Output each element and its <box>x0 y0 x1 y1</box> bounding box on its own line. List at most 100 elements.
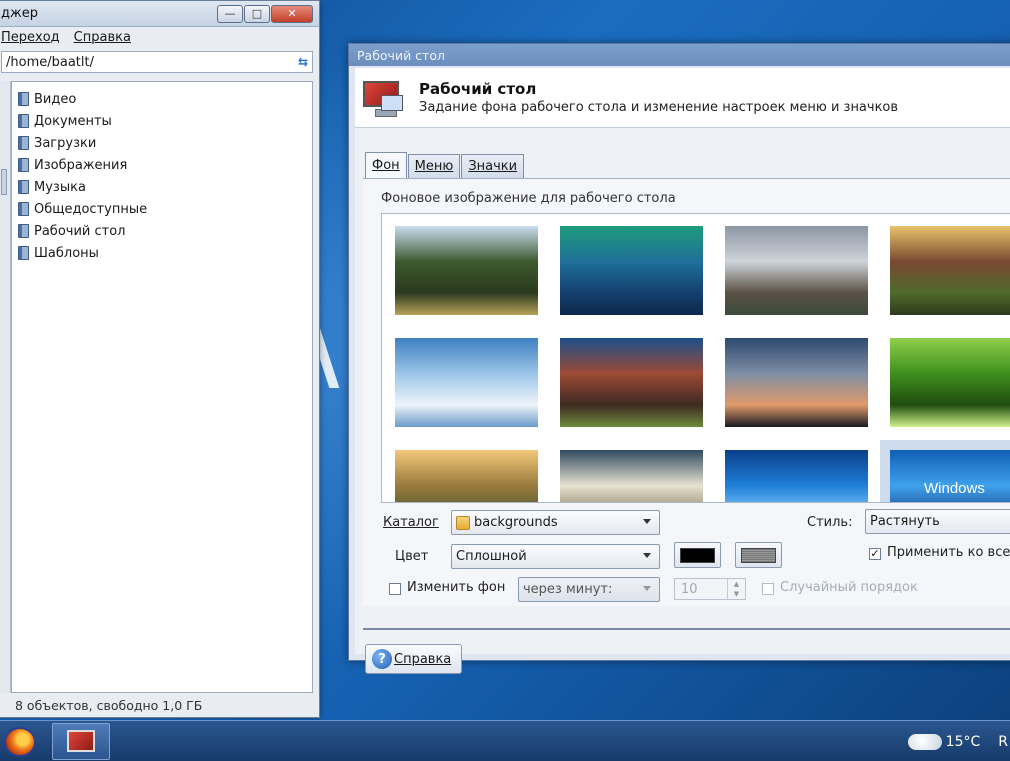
folder-label: Шаблоны <box>34 245 99 261</box>
go-icon[interactable]: ⇆ <box>298 55 312 69</box>
chevron-down-icon <box>643 553 651 558</box>
help-icon: ? <box>372 649 392 669</box>
chevron-down-icon <box>643 586 651 591</box>
wallpaper-thumbnail-windows-7[interactable]: Windows <box>880 440 1010 502</box>
wallpaper-thumbnail-blossom[interactable] <box>560 450 703 502</box>
folder-icon <box>456 515 470 530</box>
spin-down-icon[interactable]: ▼ <box>734 590 739 598</box>
folder-item[interactable]: Музыка <box>12 176 312 198</box>
interval-number: 10 <box>681 581 698 597</box>
folder-item[interactable]: Общедоступные <box>12 198 312 220</box>
close-button[interactable]: ✕ <box>271 4 313 23</box>
folder-label: Музыка <box>34 179 86 195</box>
folder-icon <box>18 224 29 238</box>
style-dropdown[interactable]: Растянуть <box>865 509 1010 534</box>
close-icon: ✕ <box>287 7 297 20</box>
spin-up-icon[interactable]: ▲ <box>734 580 739 588</box>
keyboard-layout-indicator[interactable]: R <box>998 734 1008 750</box>
wallpaper-thumbnail-green-leaf[interactable] <box>890 338 1010 427</box>
taskbar-desktop-settings-button[interactable] <box>52 723 110 760</box>
file-manager-window: джер — □ ✕ Переход Справка /home/baatlt/… <box>0 0 320 718</box>
folder-icon <box>18 180 29 194</box>
secondary-color-button[interactable] <box>735 542 782 568</box>
folder-item[interactable]: Документы <box>12 110 312 132</box>
color-mode-dropdown[interactable]: Сплошной <box>451 544 660 569</box>
folder-label: Загрузки <box>34 135 97 151</box>
folder-item[interactable]: Рабочий стол <box>12 220 312 242</box>
wallpaper-thumbnail-clouds[interactable] <box>395 338 538 427</box>
wallpaper-thumbnail-lone-tree[interactable] <box>725 338 868 427</box>
minimize-button[interactable]: — <box>217 4 243 23</box>
maximize-button[interactable]: □ <box>244 4 270 23</box>
folder-icon <box>18 92 29 106</box>
divider <box>363 628 1010 630</box>
folder-item[interactable]: Загрузки <box>12 132 312 154</box>
dialog-header: Рабочий стол Задание фона рабочего стола… <box>355 68 1010 128</box>
wallpaper-thumbnail-red-rock[interactable] <box>560 338 703 427</box>
menu-go[interactable]: Переход <box>1 30 60 45</box>
firefox-icon[interactable] <box>4 727 36 757</box>
folder-icon <box>18 202 29 216</box>
tab-background-label: Фон <box>372 158 400 173</box>
wallpaper-thumbnail-temple-lake[interactable] <box>395 226 538 315</box>
folder-icon <box>18 136 29 150</box>
apply-all-checkbox[interactable]: ✓ <box>869 548 881 560</box>
apply-all-label[interactable]: Применить ко все <box>887 545 1010 560</box>
color-label: Цвет <box>395 549 429 564</box>
tab-background[interactable]: Фон <box>365 152 407 178</box>
file-manager-menubar: Переход Справка <box>0 27 319 47</box>
folder-icon <box>18 114 29 128</box>
tab-menu[interactable]: Меню <box>407 154 461 178</box>
interval-value: через минут: <box>523 582 613 597</box>
dialog-header-subtitle: Задание фона рабочего стола и изменение … <box>419 100 899 115</box>
minimize-icon: — <box>224 7 236 20</box>
catalog-dropdown[interactable]: backgrounds <box>451 510 660 535</box>
style-value: Растянуть <box>870 514 940 529</box>
wallpaper-thumbnail-green-wave[interactable] <box>560 226 703 315</box>
color-mode-value: Сплошной <box>456 549 527 564</box>
wallpaper-gallery[interactable]: Windows <box>381 213 1010 503</box>
file-manager-titlebar[interactable]: джер — □ ✕ <box>0 1 319 27</box>
chevron-down-icon <box>643 519 651 524</box>
catalog-label: Каталог <box>383 515 439 530</box>
folder-label: Документы <box>34 113 112 129</box>
side-pane[interactable] <box>0 81 11 693</box>
file-manager-body: Видео Документы Загрузки Изображения Музыка О… <box>0 81 313 693</box>
wallpaper-thumbnail-matterhorn[interactable] <box>725 226 868 315</box>
file-manager-title: джер <box>1 6 38 21</box>
path-input[interactable]: /home/baatlt/ <box>6 55 298 70</box>
folder-item[interactable]: Видео <box>12 88 312 110</box>
system-tray: 15°C R <box>907 721 1010 761</box>
help-button[interactable]: ? Справка <box>365 644 462 674</box>
change-background-checkbox[interactable] <box>389 583 401 595</box>
wallpaper-thumbnail-tree-bark[interactable] <box>890 226 1010 315</box>
maximize-icon: □ <box>251 7 263 20</box>
dialog-titlebar[interactable]: Рабочий стол <box>349 44 1010 66</box>
folder-label: Видео <box>34 91 77 107</box>
desktop-settings-window: Рабочий стол Рабочий стол Задание фона р… <box>348 43 1010 674</box>
folder-label: Рабочий стол <box>34 223 126 239</box>
primary-color-button[interactable] <box>674 542 721 568</box>
tab-icons-label: Значки <box>468 159 518 174</box>
path-bar[interactable]: /home/baatlt/ ⇆ <box>1 51 313 73</box>
tab-icons[interactable]: Значки <box>461 154 525 178</box>
wallpaper-thumbnail-blue-light[interactable] <box>725 450 868 502</box>
desktop-monitor-icon <box>361 77 407 119</box>
folder-item[interactable]: Шаблоны <box>12 242 312 264</box>
background-tab-panel: Фоновое изображение для рабочего стола W… <box>363 178 1010 606</box>
folder-item[interactable]: Изображения <box>12 154 312 176</box>
dialog-header-title: Рабочий стол <box>419 80 537 98</box>
side-pane-handle[interactable] <box>1 169 7 195</box>
menu-help[interactable]: Справка <box>74 30 131 45</box>
random-order-label[interactable]: Случайный порядок <box>780 580 918 595</box>
change-background-label[interactable]: Изменить фон <box>407 580 505 595</box>
weather-cloud-icon[interactable] <box>907 733 942 750</box>
interval-spinbox[interactable]: 10 ▲ ▼ <box>674 578 746 600</box>
interval-dropdown[interactable]: через минут: <box>518 577 660 602</box>
wallpaper-thumbnail-sunset-field[interactable] <box>395 450 538 502</box>
style-label: Стиль: <box>807 515 853 530</box>
dialog-content: Рабочий стол Задание фона рабочего стола… <box>355 68 1010 674</box>
random-order-checkbox[interactable] <box>762 583 774 595</box>
file-list: Видео Документы Загрузки Изображения Музыка О… <box>11 81 313 693</box>
temperature-readout[interactable]: 15°C <box>946 734 981 750</box>
